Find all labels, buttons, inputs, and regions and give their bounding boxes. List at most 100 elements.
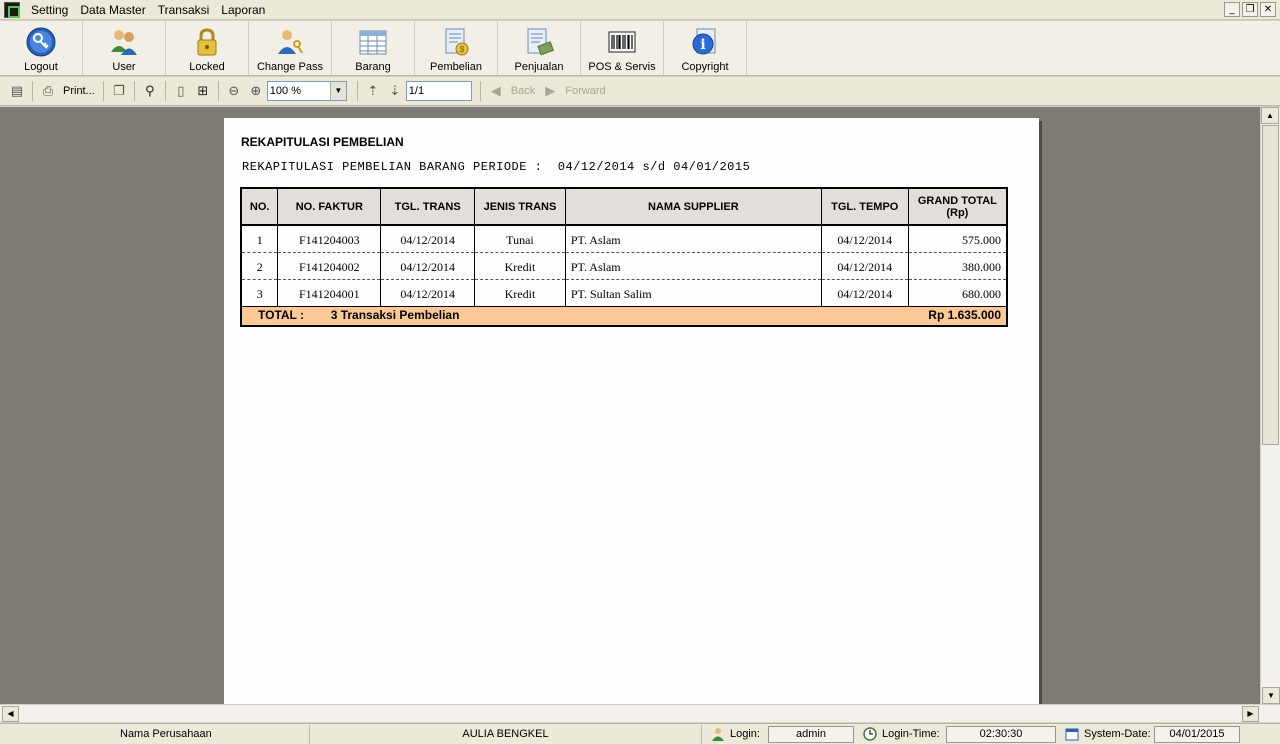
cell-no: 1: [240, 224, 279, 253]
cell-tempo: 04/12/2014: [820, 224, 909, 253]
back-button[interactable]: Back: [511, 85, 535, 97]
app-icon[interactable]: [4, 1, 20, 18]
penjualan-label: Penjualan: [514, 61, 564, 73]
column-header-tgl-trans: TGL. TRANS: [380, 187, 476, 226]
barang-button[interactable]: Barang: [332, 21, 415, 75]
barang-label: Barang: [355, 61, 391, 73]
calendar-icon: [1064, 726, 1080, 742]
preview-toolbar: ▤ ⎙ Print... ❐ ⚲ ▯ ⊞ ⊖ ⊕ 100 % ▼ ⇡ ⇣ 1/1…: [0, 77, 1280, 106]
column-header-tgl-tempo: TGL. TEMPO: [820, 187, 909, 226]
menu-transaksi[interactable]: Transaksi: [152, 0, 216, 20]
close-icon[interactable]: ✕: [1260, 2, 1276, 17]
cell-faktur: F141204001: [277, 279, 382, 307]
barcode-icon: [605, 25, 639, 59]
cell-total: 680.000: [907, 279, 1008, 307]
system-date-label: System-Date:: [1084, 728, 1151, 740]
report-title: REKAPITULASI PEMBELIAN: [241, 135, 404, 149]
total-count: 3 Transaksi Pembelian: [330, 307, 460, 322]
cell-faktur: F141204002: [277, 252, 382, 280]
cell-faktur: F141204003: [277, 224, 382, 253]
page-number-input[interactable]: 1/1: [405, 81, 472, 101]
scroll-right-icon[interactable]: ▶: [1242, 706, 1259, 722]
menu-bar: Setting Data Master Transaksi Laporan _ …: [0, 0, 1280, 20]
zoom-select[interactable]: 100 % ▼: [266, 81, 347, 101]
info-icon: i: [688, 25, 722, 59]
total-label: TOTAL :: [258, 307, 304, 322]
zoom-in-icon[interactable]: ⊕: [245, 80, 267, 102]
cell-no: 2: [240, 252, 279, 280]
cell-tempo: 04/12/2014: [820, 279, 909, 307]
back-arrow-icon[interactable]: ◀: [485, 80, 507, 102]
chevron-down-icon[interactable]: ▼: [329, 82, 346, 100]
purchase-document-icon: $: [439, 25, 473, 59]
penjualan-button[interactable]: Penjualan: [498, 21, 581, 75]
minimize-icon[interactable]: _: [1224, 2, 1240, 17]
first-page-icon[interactable]: ⇡: [362, 80, 384, 102]
pos-servis-button[interactable]: POS & Servis: [581, 21, 664, 75]
toggle-tree-icon[interactable]: ▤: [6, 80, 28, 102]
total-value: Rp 1.635.000: [821, 305, 1008, 327]
last-page-icon[interactable]: ⇣: [384, 80, 406, 102]
copyright-label: Copyright: [681, 61, 729, 73]
table-row: 1 F141204003 04/12/2014 Tunai PT. Aslam …: [240, 224, 1008, 253]
horizontal-scrollbar[interactable]: ◀ ▶: [0, 704, 1280, 722]
cell-no: 3: [240, 279, 279, 307]
logout-button[interactable]: Logout: [0, 21, 83, 75]
cell-tempo: 04/12/2014: [820, 252, 909, 280]
system-date-value: 04/01/2015: [1154, 725, 1240, 743]
users-icon: [107, 25, 141, 59]
copyright-button[interactable]: i Copyright: [664, 21, 747, 75]
user-icon: [710, 726, 726, 742]
login-label: Login:: [730, 728, 760, 740]
menu-setting[interactable]: Setting: [25, 0, 74, 20]
single-page-icon[interactable]: ▯: [170, 80, 192, 102]
key-icon: [24, 25, 58, 59]
forward-arrow-icon[interactable]: ▶: [539, 80, 561, 102]
lock-icon: [190, 25, 224, 59]
user-button[interactable]: User: [83, 21, 166, 75]
pembelian-label: Pembelian: [430, 61, 482, 73]
scroll-up-icon[interactable]: ▲: [1261, 107, 1279, 124]
scroll-left-icon[interactable]: ◀: [2, 706, 19, 722]
status-bar: Nama Perusahaan AULIA BENGKEL Login: adm…: [0, 723, 1280, 744]
zoom-out-icon[interactable]: ⊖: [223, 80, 245, 102]
locked-label: Locked: [189, 61, 225, 73]
printer-icon[interactable]: ⎙: [37, 80, 59, 102]
main-toolbar: Logout User Locked Change Pass Barang $ …: [0, 21, 1280, 76]
zoom-value: 100 %: [269, 85, 301, 97]
scrollbar-thumb[interactable]: [1262, 125, 1279, 445]
cell-total: 380.000: [907, 252, 1008, 280]
cell-supplier: PT. Aslam: [564, 224, 822, 253]
restore-icon[interactable]: ❐: [1242, 2, 1258, 17]
change-pass-button[interactable]: Change Pass: [249, 21, 332, 75]
locked-button[interactable]: Locked: [166, 21, 249, 75]
column-header-jenis-trans: JENIS TRANS: [474, 187, 566, 226]
cell-jenis: Kredit: [474, 252, 566, 280]
binoculars-icon[interactable]: ⚲: [139, 80, 161, 102]
report-table: NO. NO. FAKTUR TGL. TRANS JENIS TRANS NA…: [239, 187, 1008, 327]
report-page: REKAPITULASI PEMBELIAN REKAPITULASI PEMB…: [224, 118, 1039, 704]
multi-page-icon[interactable]: ⊞: [192, 80, 214, 102]
login-time-label: Login-Time:: [882, 728, 940, 740]
table-row: 2 F141204002 04/12/2014 Kredit PT. Aslam…: [240, 252, 1008, 280]
scroll-down-icon[interactable]: ▼: [1262, 687, 1280, 704]
copy-icon[interactable]: ❐: [108, 80, 130, 102]
company-value: AULIA BENGKEL: [310, 724, 702, 744]
cell-jenis: Tunai: [474, 224, 566, 253]
report-preview-area[interactable]: REKAPITULASI PEMBELIAN REKAPITULASI PEMB…: [0, 107, 1260, 704]
user-label: User: [112, 61, 136, 73]
print-button[interactable]: Print...: [63, 85, 95, 97]
total-row: TOTAL : 3 Transaksi Pembelian Rp 1.635.0…: [239, 305, 1008, 327]
cell-supplier: PT. Sultan Salim: [564, 279, 822, 307]
total-label-cell: TOTAL : 3 Transaksi Pembelian: [239, 305, 822, 327]
separator: [102, 81, 104, 101]
column-header-no: NO.: [240, 187, 279, 226]
forward-button[interactable]: Forward: [565, 85, 605, 97]
menu-data-master[interactable]: Data Master: [74, 0, 151, 20]
separator: [479, 81, 481, 101]
menu-laporan[interactable]: Laporan: [215, 0, 271, 20]
change-pass-label: Change Pass: [256, 61, 324, 73]
pembelian-button[interactable]: $ Pembelian: [415, 21, 498, 75]
vertical-scrollbar[interactable]: ▲ ▼: [1260, 107, 1280, 704]
pos-servis-label: POS & Servis: [588, 61, 656, 73]
